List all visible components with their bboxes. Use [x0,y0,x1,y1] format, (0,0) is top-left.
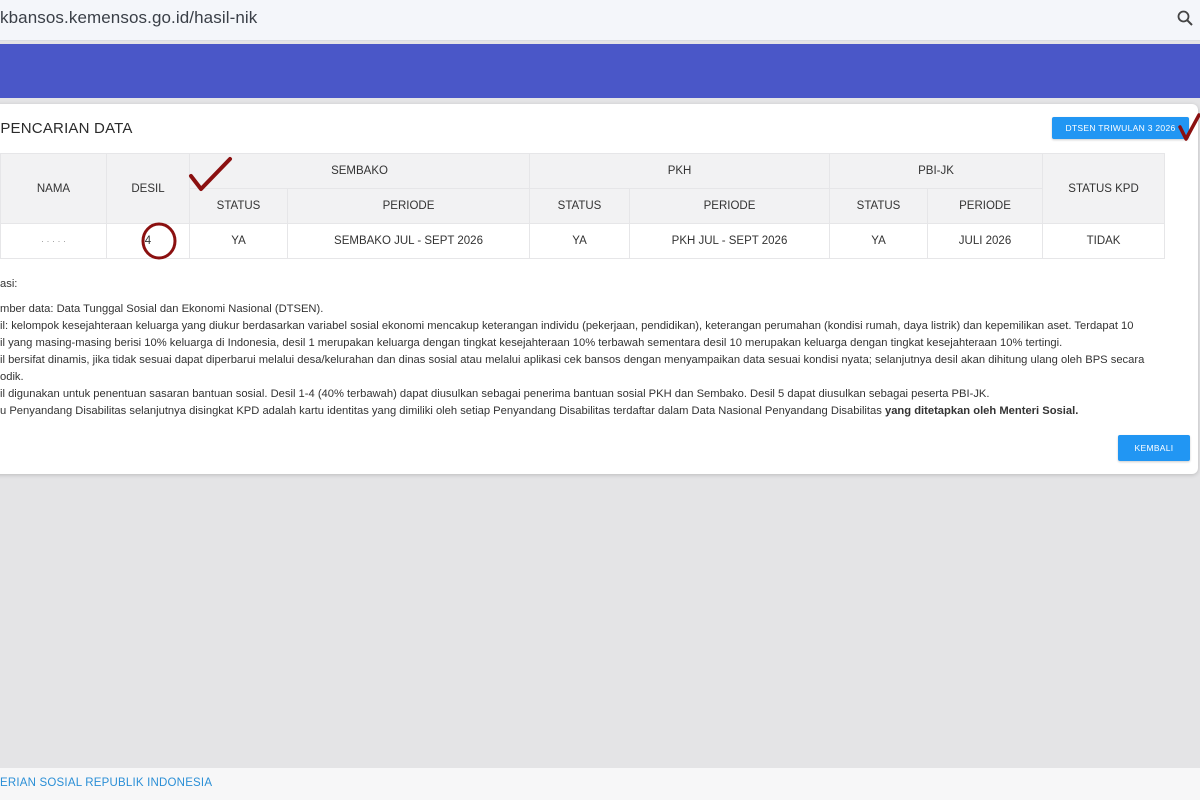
header-pkh: PKH [529,153,831,189]
header-pbijk-periode: PERIODE [927,188,1044,224]
table-row: · · · · · 4 YA SEMBAKO JUL - SEPT 2026 Y… [0,223,1166,259]
url-text[interactable]: kbansos.kemensos.go.id/hasil-nik [0,8,257,28]
header-sembako: SEMBAKO [188,153,531,189]
cell-nama: · · · · · [0,223,107,259]
header-sembako-periode: PERIODE [286,188,531,224]
back-button[interactable]: KEMBALI [1118,435,1190,461]
cell-desil: 4 [106,223,190,259]
header-pkh-status: STATUS [529,188,631,224]
cell-pbijk-status: YA [829,223,929,259]
cell-sembako-status: YA [189,223,288,259]
site-navbar [0,44,1200,98]
cell-pkh-periode: PKH JUL - SEPT 2026 [629,223,831,259]
footer: ERIAN SOSIAL REPUBLIK INDONESIA [0,768,1200,800]
header-pbijk: PBI-JK [829,153,1044,189]
browser-url-bar[interactable]: kbansos.kemensos.go.id/hasil-nik [0,0,1200,41]
note-line: il bersifat dinamis, jika tidak sesuai d… [0,354,1145,366]
notes-heading: asi: [0,278,18,290]
header-pkh-periode: PERIODE [629,188,831,224]
result-card: L PENCARIAN DATA DTSEN TRIWULAN 3 2026 N… [0,104,1198,474]
header-desil: DESIL [106,153,190,224]
note-line: il: kelompok kesejahteraan keluarga yang… [0,320,1134,332]
header-pbijk-status: STATUS [829,188,929,224]
header-status-kpd: STATUS KPD [1042,153,1166,224]
footer-text[interactable]: ERIAN SOSIAL REPUBLIK INDONESIA [0,777,212,789]
notes-section: asi: mber data: Data Tunggal Sosial dan … [0,276,1170,420]
result-table: NAMA DESIL SEMBAKO PKH PBI-JK STATUS KPD… [0,153,1166,259]
note-line: il digunakan untuk penentuan sasaran ban… [0,388,990,400]
page-title: L PENCARIAN DATA [0,120,133,137]
cell-sembako-periode: SEMBAKO JUL - SEPT 2026 [286,223,531,259]
note-line: odik. [0,371,24,383]
header-sembako-status: STATUS [189,188,288,224]
header-nama: NAMA [0,153,107,224]
cell-status-kpd: TIDAK [1042,223,1166,259]
note-kpd-bold: yang ditetapkan oleh Menteri Sosial. [884,405,1079,417]
dtsen-period-button[interactable]: DTSEN TRIWULAN 3 2026 [1052,117,1189,139]
note-line: il yang masing-masing berisi 10% keluarg… [0,337,1063,349]
note-kpd-text: u Penyandang Disabilitas selanjutnya dis… [0,405,885,417]
cell-pkh-status: YA [529,223,631,259]
note-line: mber data: Data Tunggal Sosial dan Ekono… [0,303,324,315]
cell-pbijk-periode: JULI 2026 [927,223,1044,259]
note-line: u Penyandang Disabilitas selanjutnya dis… [0,403,1170,420]
search-icon[interactable] [1176,9,1194,27]
